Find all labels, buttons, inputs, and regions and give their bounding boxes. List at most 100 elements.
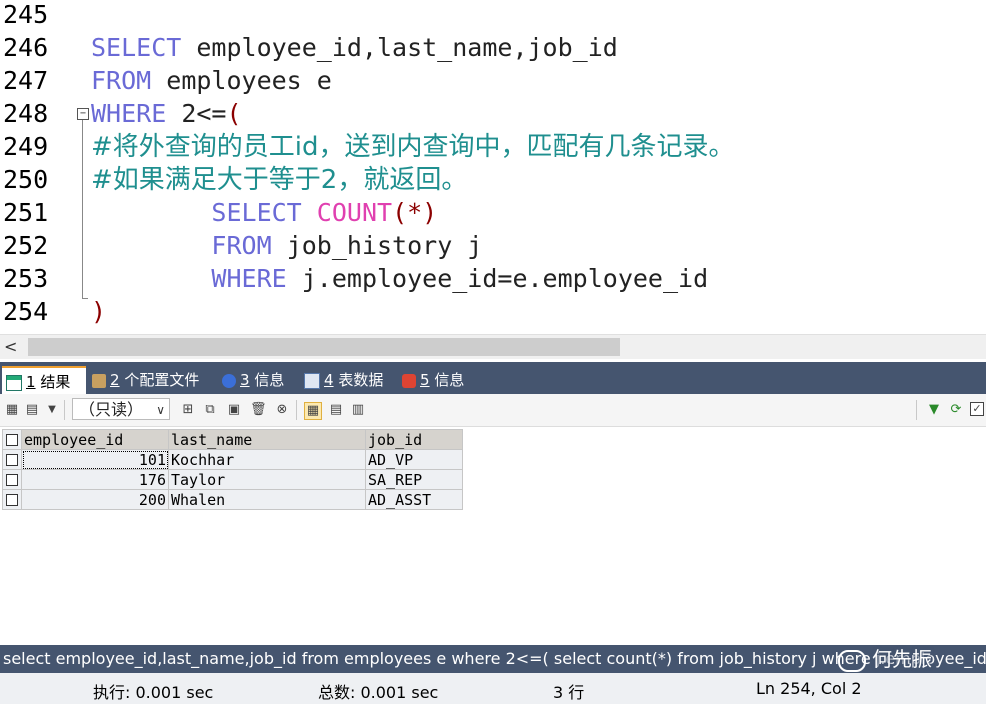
dropdown-arrow-icon[interactable]: ▼ [44, 402, 60, 418]
table-row[interactable]: 200 Whalen AD_ASST [2, 489, 463, 510]
code-text[interactable]: WHERE j.employee_id=e.employee_id [91, 262, 708, 295]
code-keyword: FROM [211, 231, 272, 260]
code-token: job_history j [271, 231, 483, 260]
code-text[interactable]: FROM job_history j [91, 229, 482, 262]
line-number: 251 [3, 198, 49, 227]
total-time: 总数: 0.001 sec [318, 683, 439, 702]
code-text[interactable]: SELECT employee_id,last_name,job_id [91, 31, 618, 64]
save-icon[interactable]: ▣ [226, 402, 242, 418]
info-icon [402, 373, 416, 388]
line-number: 248 [3, 99, 49, 128]
code-text[interactable]: FROM employees e [91, 64, 332, 97]
code-text[interactable]: SELECT COUNT(*) [91, 196, 437, 229]
cell-last-name[interactable]: Taylor [168, 469, 366, 490]
readonly-select[interactable]: （只读） ∨ [72, 398, 170, 420]
chevron-down-icon: ∨ [156, 403, 165, 417]
code-comment: #将外查询的员工id，送到内查询中，匹配有几条记录。 [91, 132, 735, 162]
fold-guide-line [82, 120, 83, 298]
table-row[interactable]: 101 Kochhar AD_VP [2, 449, 463, 470]
watermark-text: 何先振 [872, 647, 932, 671]
row-checkbox[interactable] [2, 469, 22, 490]
code-text[interactable]: #将外查询的员工id，送到内查询中，匹配有几条记录。 [91, 130, 735, 164]
result-tabs: 1 结果 2 个配置文件 3 信息 4 表数据 5 信息 [0, 362, 986, 396]
code-text[interactable]: ) [91, 295, 106, 328]
line-number: 253 [3, 264, 49, 293]
tab-table-data[interactable]: 4 表数据 [300, 366, 396, 394]
fold-guide-end [82, 298, 88, 299]
table-row[interactable]: 176 Taylor SA_REP [2, 469, 463, 490]
toolbar-divider [916, 400, 917, 420]
cell-employee-id[interactable]: 176 [21, 469, 169, 490]
code-comment: #如果满足大于等于2，就返回。 [91, 165, 468, 195]
code-keyword: WHERE [91, 99, 167, 128]
cursor-position: Ln 254, Col 2 [756, 679, 862, 698]
cell-last-name[interactable]: Whalen [168, 489, 366, 510]
tab-profiles[interactable]: 2 个配置文件 [88, 366, 214, 394]
tab-info-2[interactable]: 5 信息 [398, 366, 482, 394]
grid-result-icon [6, 374, 22, 391]
checkbox-icon[interactable]: ✓ [970, 402, 984, 416]
code-text[interactable]: #如果满足大于等于2，就返回。 [91, 163, 467, 197]
cell-job-id[interactable]: AD_VP [365, 449, 463, 470]
cell-employee-id[interactable]: 200 [21, 489, 169, 510]
text-view-icon[interactable]: ▥ [350, 402, 366, 418]
add-row-icon[interactable]: ⊞ [180, 402, 196, 418]
info-icon [222, 373, 236, 388]
line-number: 246 [3, 33, 49, 62]
code-token: ( [226, 99, 242, 128]
status-bar: 执行: 0.001 sec 总数: 0.001 sec 3 行 Ln 254, … [0, 673, 986, 704]
fold-toggle-icon[interactable]: − [77, 108, 89, 120]
editor-horizontal-scrollbar[interactable]: < [0, 334, 986, 359]
grid-view-icon[interactable]: ▦ [304, 402, 322, 420]
cell-job-id[interactable]: AD_ASST [365, 489, 463, 510]
form-view-icon[interactable]: ▤ [328, 402, 344, 418]
code-token: employees e [151, 66, 332, 95]
result-grid[interactable]: employee_id last_name job_id 101 Kochhar… [2, 429, 463, 510]
select-all-checkbox[interactable] [2, 429, 22, 450]
line-number: 252 [3, 231, 49, 260]
line-number: 250 [3, 165, 49, 194]
column-header[interactable]: job_id [365, 429, 463, 450]
code-token: 2<= [166, 99, 227, 128]
code-text[interactable]: WHERE 2<=( [91, 97, 242, 130]
delete-icon[interactable]: 🗑 [250, 402, 267, 418]
watermark: 何先振 [838, 645, 932, 673]
grid-header-row: employee_id last_name job_id [2, 429, 463, 450]
code-keyword: SELECT [91, 33, 182, 62]
tab-results[interactable]: 1 结果 [2, 366, 86, 396]
duplicate-row-icon[interactable]: ⧉ [202, 402, 218, 418]
line-number: 254 [3, 297, 49, 326]
scroll-left-icon[interactable]: < [4, 335, 17, 359]
column-header[interactable]: last_name [168, 429, 366, 450]
row-count: 3 行 [553, 683, 585, 702]
tab-info[interactable]: 3 信息 [218, 366, 298, 394]
cell-employee-id[interactable]: 101 [21, 449, 169, 470]
import-icon[interactable]: ▤ [24, 402, 40, 418]
code-function: COUNT [316, 198, 393, 227]
column-header[interactable]: employee_id [21, 429, 169, 450]
filter-icon[interactable]: ▼ [926, 402, 942, 418]
toolbar-divider [296, 400, 297, 420]
sql-editor[interactable]: 245 246 SELECT employee_id,last_name,job_i… [0, 0, 986, 334]
row-checkbox[interactable] [2, 489, 22, 510]
code-keyword: FROM [91, 66, 152, 95]
scrollbar-thumb[interactable] [28, 338, 620, 356]
code-keyword: SELECT [211, 198, 302, 227]
export-icon[interactable]: ▦ [4, 402, 20, 418]
cell-job-id[interactable]: SA_REP [365, 469, 463, 490]
code-token: ) [91, 297, 107, 326]
exec-time: 执行: 0.001 sec [93, 683, 214, 702]
refresh-icon[interactable]: ⟳ [948, 402, 964, 418]
code-token: employee_id,last_name,job_id [181, 33, 618, 62]
row-checkbox[interactable] [2, 449, 22, 470]
code-token: j.employee_id=e.employee_id [286, 264, 709, 293]
wechat-icon [838, 649, 866, 672]
cell-last-name[interactable]: Kochhar [168, 449, 366, 470]
toolbar-divider [64, 400, 65, 420]
line-number: 245 [3, 0, 49, 29]
cancel-icon[interactable]: ⊗ [274, 402, 290, 418]
